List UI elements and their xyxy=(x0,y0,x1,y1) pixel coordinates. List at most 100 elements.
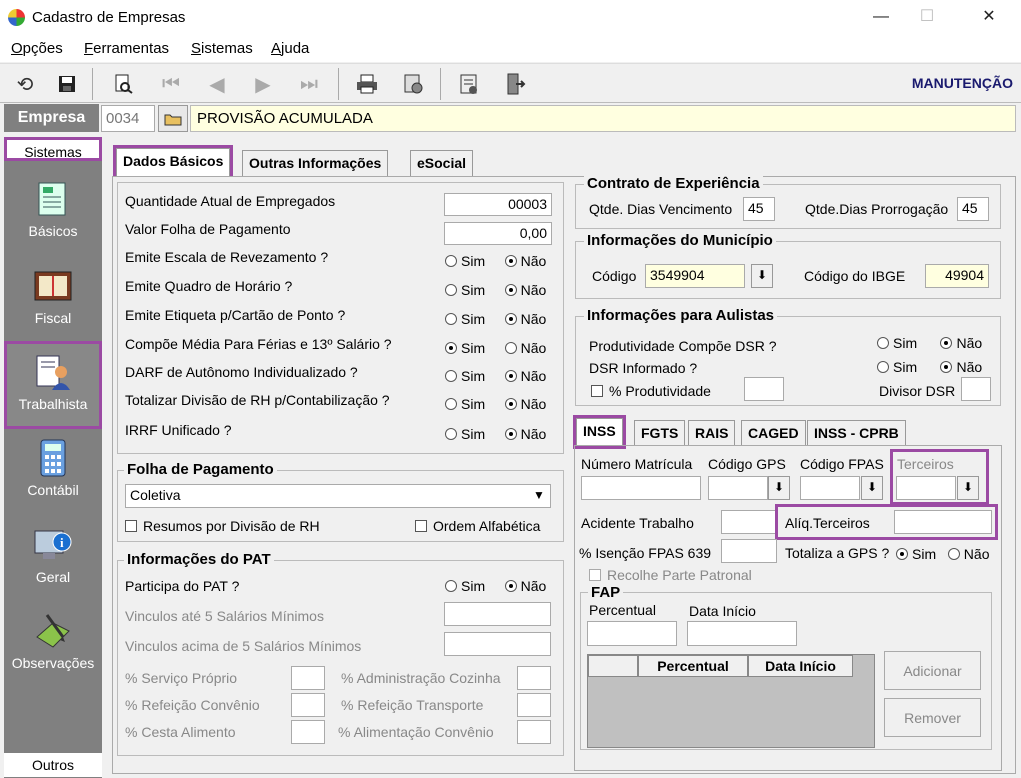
radio-nao[interactable] xyxy=(504,255,517,268)
question-radio[interactable]: Sim Não xyxy=(445,253,546,269)
folha-select[interactable]: Coletiva xyxy=(125,484,551,508)
radio-nao[interactable] xyxy=(504,313,517,326)
sidebar-footer[interactable]: Outros xyxy=(4,753,102,777)
radio-sim[interactable] xyxy=(445,342,457,355)
tab-caged[interactable]: CAGED xyxy=(741,420,806,446)
fap-data-field[interactable] xyxy=(687,621,797,646)
recolhe-checkbox[interactable]: Recolhe Parte Patronal xyxy=(589,567,752,583)
cesta-field[interactable] xyxy=(291,720,325,744)
terceiros-field[interactable] xyxy=(896,476,956,500)
radio-sim[interactable] xyxy=(445,255,457,268)
prorrog-field[interactable]: 45 xyxy=(957,197,989,221)
divisor-field[interactable] xyxy=(961,377,991,401)
ref-convenio-field[interactable] xyxy=(291,693,325,717)
fap-percentual-field[interactable] xyxy=(587,621,677,646)
tab-esocial[interactable]: eSocial xyxy=(410,150,474,176)
question-radio[interactable]: Sim Não xyxy=(445,396,546,412)
empresa-name-field[interactable]: PROVISÃO ACUMULADA xyxy=(190,105,1016,132)
tab-outras-informacoes[interactable]: Outras Informações xyxy=(242,150,389,176)
radio-sim[interactable] xyxy=(445,428,457,441)
tab-inss[interactable]: INSS xyxy=(573,415,626,449)
fpas-field[interactable] xyxy=(800,476,860,500)
ref-transporte-field[interactable] xyxy=(517,693,551,717)
dsr-inf-radio[interactable]: Sim Não xyxy=(877,359,982,375)
last-record-icon[interactable]: ⏭ xyxy=(294,70,324,98)
tab-dados-basicos[interactable]: Dados Básicos xyxy=(112,145,234,179)
sidebar-item-trabalhista[interactable]: Trabalhista xyxy=(4,341,102,429)
isencao-field[interactable] xyxy=(721,539,777,563)
chevron-down-icon[interactable]: ▼ xyxy=(528,485,550,507)
previous-record-icon[interactable]: ◀ xyxy=(202,70,232,98)
report-icon[interactable] xyxy=(398,70,428,98)
sidebar-item-fiscal[interactable]: Fiscal xyxy=(4,258,102,344)
valor-folha-field[interactable]: 0,00 xyxy=(444,222,552,245)
empresa-code-field[interactable]: 0034 xyxy=(101,105,155,132)
ordem-checkbox[interactable]: Ordem Alfabética xyxy=(415,518,540,534)
menu-ajuda[interactable]: Ajuda xyxy=(271,40,309,57)
tab-inss-cprb[interactable]: INSS - CPRB xyxy=(807,420,906,446)
totaliza-radio[interactable]: Sim Não xyxy=(896,546,989,562)
radio-sim[interactable] xyxy=(445,313,457,326)
vinc5a-field[interactable] xyxy=(444,632,551,656)
radio-sim[interactable] xyxy=(445,398,457,411)
tab-rais[interactable]: RAIS xyxy=(688,420,736,446)
codigo-field[interactable]: 3549904 xyxy=(645,264,745,288)
close-button[interactable]: ✕ xyxy=(974,6,1004,28)
matricula-field[interactable] xyxy=(581,476,701,500)
preview-icon[interactable] xyxy=(108,70,138,98)
adm-cozinha-field[interactable] xyxy=(517,666,551,690)
open-folder-icon[interactable] xyxy=(158,105,188,132)
radio-nao[interactable] xyxy=(504,370,517,383)
acidente-field[interactable] xyxy=(721,510,777,534)
remover-button[interactable]: Remover xyxy=(884,698,981,737)
ibge-field[interactable]: 49904 xyxy=(925,264,989,288)
sidebar-item-contabil[interactable]: Contábil xyxy=(4,430,102,516)
first-record-icon[interactable]: ⏮ xyxy=(156,70,186,98)
maximize-button[interactable]: ☐ xyxy=(912,6,942,28)
alim-convenio-field[interactable] xyxy=(517,720,551,744)
question-radio[interactable]: Sim Não xyxy=(445,340,546,356)
radio-nao[interactable] xyxy=(504,398,517,411)
fap-col-percentual[interactable]: Percentual xyxy=(638,655,748,677)
undo-icon[interactable]: ⟲ xyxy=(10,70,40,98)
question-radio[interactable]: Sim Não xyxy=(445,311,546,327)
sidebar-item-geral[interactable]: i Geral xyxy=(4,517,102,603)
sidebar-header[interactable]: Sistemas xyxy=(4,137,102,161)
menu-ferramentas[interactable]: Ferramentas xyxy=(84,40,169,57)
prod-dsr-radio[interactable]: Sim Não xyxy=(877,335,982,351)
download-arrow-icon[interactable]: ⬇ xyxy=(861,476,883,500)
resumos-checkbox[interactable]: Resumos por Divisão de RH xyxy=(125,518,320,534)
config-icon[interactable] xyxy=(454,70,484,98)
radio-sim[interactable] xyxy=(445,284,457,297)
adicionar-button[interactable]: Adicionar xyxy=(884,651,981,690)
radio-nao[interactable] xyxy=(504,342,517,355)
download-arrow-icon[interactable]: ⬇ xyxy=(957,476,979,500)
gps-field[interactable] xyxy=(708,476,768,500)
vinc5-field[interactable] xyxy=(444,602,551,626)
save-icon[interactable] xyxy=(52,70,82,98)
participa-radio[interactable]: Sim Não xyxy=(445,578,546,594)
radio-sim[interactable] xyxy=(445,370,457,383)
question-radio[interactable]: Sim Não xyxy=(445,368,546,384)
next-record-icon[interactable]: ▶ xyxy=(248,70,278,98)
radio-nao[interactable] xyxy=(504,284,517,297)
fap-col-data[interactable]: Data Início xyxy=(748,655,853,677)
print-icon[interactable] xyxy=(352,70,382,98)
radio-nao[interactable] xyxy=(504,428,517,441)
exit-icon[interactable] xyxy=(500,70,530,98)
sidebar-item-observacoes[interactable]: Observações xyxy=(4,603,102,689)
aliq-terceiros-field[interactable] xyxy=(894,510,992,534)
question-radio[interactable]: Sim Não xyxy=(445,426,546,442)
download-arrow-icon[interactable]: ⬇ xyxy=(751,264,773,288)
question-radio[interactable]: Sim Não xyxy=(445,282,546,298)
menu-opcoes[interactable]: Opções xyxy=(11,40,63,57)
download-arrow-icon[interactable]: ⬇ xyxy=(768,476,790,500)
servico-proprio-field[interactable] xyxy=(291,666,325,690)
minimize-button[interactable]: — xyxy=(866,6,896,28)
sidebar-item-basicos[interactable]: Básicos xyxy=(4,171,102,257)
tab-fgts[interactable]: FGTS xyxy=(634,420,686,446)
perc-prod-field[interactable] xyxy=(744,377,784,401)
qtd-empregados-field[interactable]: 00003 xyxy=(444,193,552,216)
menu-sistemas[interactable]: Sistemas xyxy=(191,40,253,57)
perc-prod-checkbox[interactable]: % Produtividade xyxy=(591,383,711,399)
